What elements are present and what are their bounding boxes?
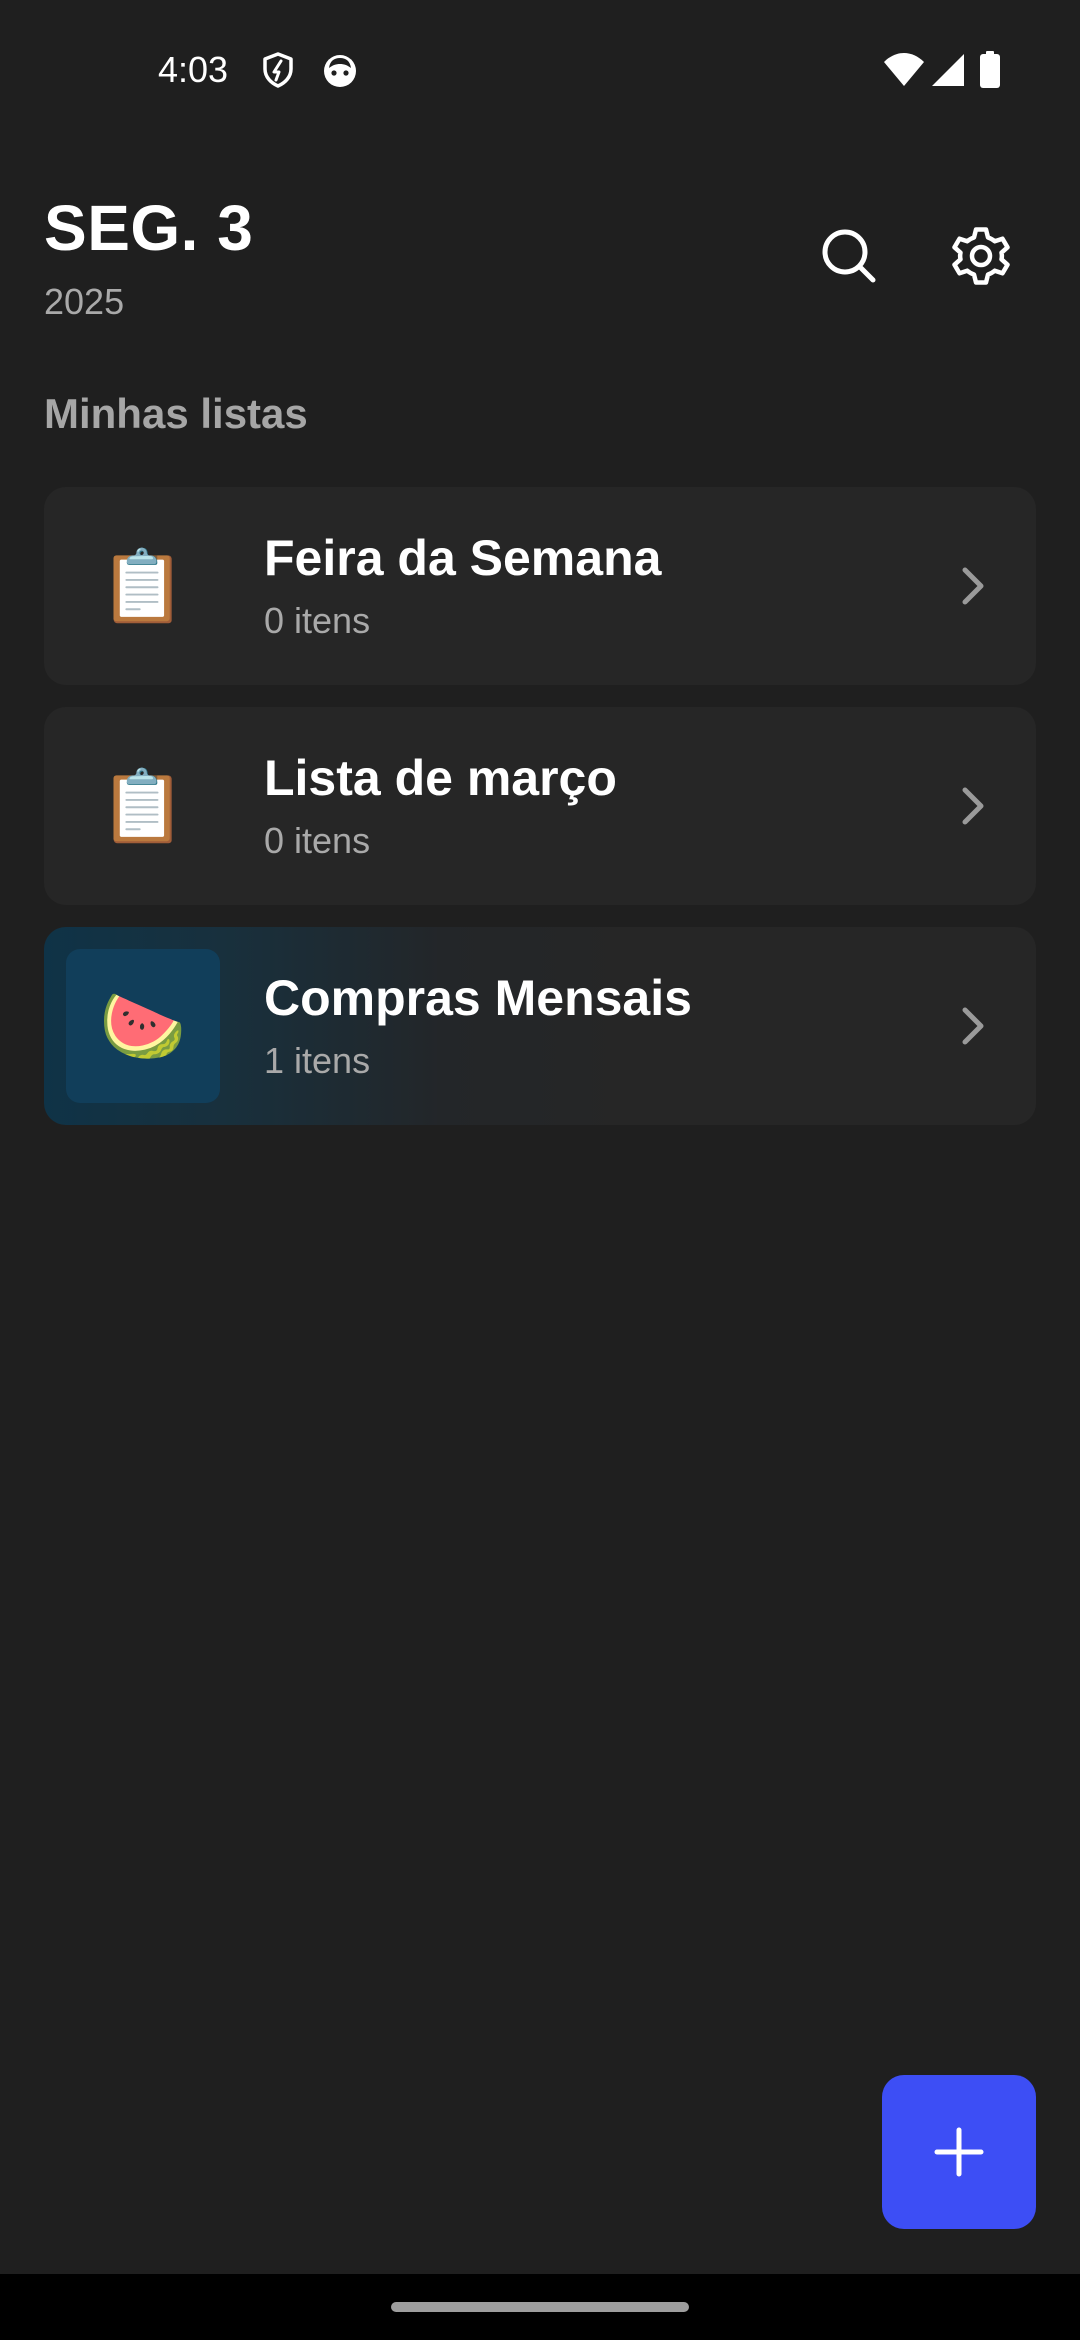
chevron-right-icon <box>944 997 1002 1055</box>
list-collection: 📋 Feira da Semana 0 itens 📋 Lista de mar… <box>44 487 1036 1147</box>
clipboard-icon: 📋 <box>99 547 187 625</box>
list-card[interactable]: 📋 Lista de março 0 itens <box>44 707 1036 905</box>
list-title: Lista de março <box>264 750 617 806</box>
shield-icon <box>258 50 298 90</box>
cat-face-icon <box>320 50 360 90</box>
status-bar: 4:03 <box>0 0 1080 140</box>
list-icon-box: 📋 <box>66 729 220 883</box>
search-button[interactable] <box>809 216 889 296</box>
clipboard-icon: 📋 <box>99 767 187 845</box>
settings-button[interactable] <box>941 216 1021 296</box>
section-title: Minhas listas <box>44 390 308 437</box>
page-title: SEG. 3 <box>44 192 254 264</box>
list-item-count: 1 itens <box>264 1040 371 1081</box>
signal-icon <box>928 50 968 90</box>
watermelon-icon: 🍉 <box>99 987 187 1065</box>
list-icon-box: 🍉 <box>66 949 220 1103</box>
list-item-count: 0 itens <box>264 600 371 641</box>
home-gesture-handle[interactable] <box>391 2302 689 2312</box>
list-title: Compras Mensais <box>264 970 692 1026</box>
battery-icon <box>978 50 1002 90</box>
page-subtitle-year: 2025 <box>44 281 125 322</box>
wifi-icon <box>882 50 926 90</box>
plus-icon <box>934 2127 984 2177</box>
list-card[interactable]: 🍉 Compras Mensais 1 itens <box>44 927 1036 1125</box>
list-item-count: 0 itens <box>264 820 371 861</box>
gear-icon <box>952 227 1010 285</box>
chevron-right-icon <box>944 557 1002 615</box>
status-time: 4:03 <box>158 49 229 90</box>
chevron-right-icon <box>944 777 1002 835</box>
list-card[interactable]: 📋 Feira da Semana 0 itens <box>44 487 1036 685</box>
navigation-bar <box>0 2274 1080 2340</box>
add-list-button[interactable] <box>882 2075 1036 2229</box>
list-title: Feira da Semana <box>264 530 662 586</box>
list-icon-box: 📋 <box>66 509 220 663</box>
search-icon <box>822 229 876 283</box>
